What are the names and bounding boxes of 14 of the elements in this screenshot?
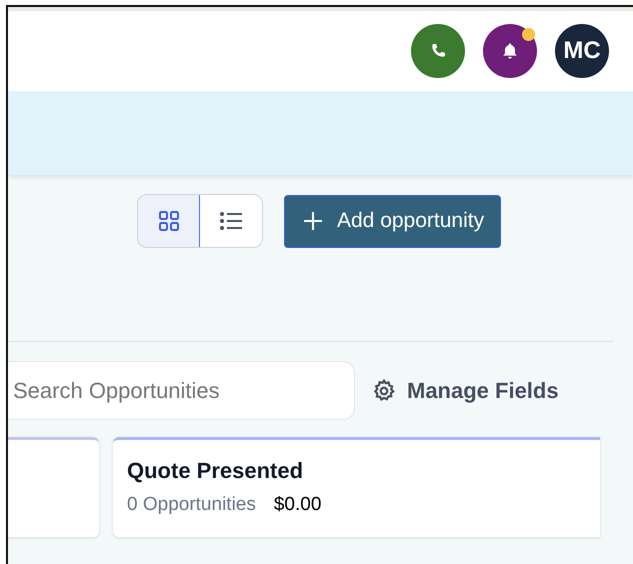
list-icon bbox=[219, 211, 243, 231]
manage-fields-button[interactable]: Manage Fields bbox=[371, 378, 559, 404]
stage-title: Quote Presented bbox=[127, 458, 304, 484]
user-avatar[interactable]: MC bbox=[555, 24, 609, 78]
add-opportunity-button[interactable]: Add opportunity bbox=[284, 194, 502, 248]
notifications-button[interactable] bbox=[483, 24, 537, 78]
grid-icon bbox=[158, 210, 180, 232]
plus-icon bbox=[303, 211, 323, 231]
grid-view-button[interactable] bbox=[138, 195, 200, 247]
opportunity-count: 0 Opportunities bbox=[127, 494, 256, 516]
phone-button[interactable] bbox=[411, 24, 465, 78]
search-field[interactable]: Search Opportunities bbox=[8, 361, 355, 420]
settings-icon bbox=[371, 378, 397, 404]
stage-amount: $0.00 bbox=[274, 494, 322, 516]
